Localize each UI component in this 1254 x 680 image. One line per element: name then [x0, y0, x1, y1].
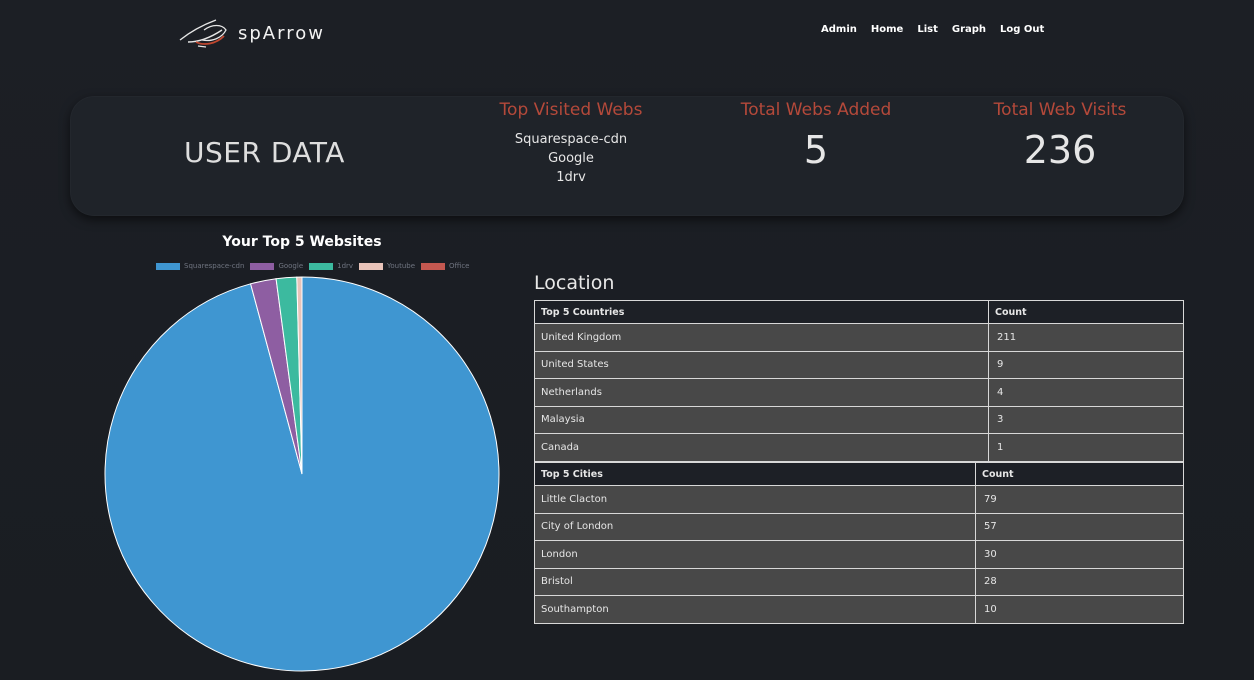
- table-cell-count: 28: [975, 567, 1184, 596]
- top-visited-item: 1drv: [556, 170, 586, 185]
- top-visited-stat: Top Visited Webs Squarespace-cdn Google …: [471, 100, 671, 187]
- table-row: United States 9: [534, 350, 1184, 379]
- sparrow-logo-icon: [179, 19, 227, 48]
- legend-swatch: [309, 262, 334, 270]
- nav-admin[interactable]: Admin: [821, 24, 857, 35]
- column-header: Top 5 Countries: [534, 300, 989, 324]
- table-cell-count: 30: [975, 540, 1184, 569]
- total-webs-stat: Total Webs Added 5: [716, 100, 916, 172]
- nav-list[interactable]: List: [917, 24, 938, 35]
- table-header-row: Top 5 Countries Count: [534, 300, 1184, 324]
- table-row: Canada 1: [534, 433, 1184, 462]
- main-nav: Admin Home List Graph Log Out: [814, 24, 1051, 35]
- legend-item[interactable]: Squarespace-cdn: [156, 262, 244, 270]
- table-cell-count: 10: [975, 595, 1184, 624]
- table-row: Southampton 10: [534, 595, 1184, 624]
- chart-legend: Squarespace-cdn Google 1drv Youtube Office: [156, 262, 475, 270]
- legend-label: Office: [449, 262, 470, 270]
- legend-swatch: [250, 262, 275, 270]
- legend-item[interactable]: 1drv: [309, 262, 353, 270]
- top-visited-list: Squarespace-cdn Google 1drv: [471, 130, 671, 187]
- table-row: United Kingdom 211: [534, 323, 1184, 352]
- table-cell-name: United States: [534, 350, 989, 379]
- table-row: Bristol 28: [534, 567, 1184, 596]
- legend-label: Squarespace-cdn: [184, 262, 245, 270]
- cities-table: Top 5 Cities Count Little Clacton 79 City …: [534, 462, 1184, 624]
- total-visits-title: Total Web Visits: [993, 100, 1127, 120]
- pie-chart: [104, 276, 500, 672]
- legend-label: Youtube: [387, 262, 416, 270]
- legend-swatch: [421, 262, 446, 270]
- table-cell-count: 79: [975, 485, 1184, 514]
- legend-swatch: [359, 262, 384, 270]
- column-header: Top 5 Cities: [534, 462, 976, 486]
- table-header-row: Top 5 Cities Count: [534, 462, 1184, 486]
- table-row: Netherlands 4: [534, 378, 1184, 407]
- table-cell-name: London: [534, 540, 976, 569]
- table-cell-name: Malaysia: [534, 405, 989, 434]
- total-visits-value: 236: [1023, 128, 1097, 172]
- total-visits-stat: Total Web Visits 236: [960, 100, 1160, 172]
- nav-logout[interactable]: Log Out: [1000, 24, 1044, 35]
- top-visited-item: Google: [548, 151, 594, 166]
- top-visited-title: Top Visited Webs: [499, 100, 643, 120]
- legend-item[interactable]: Google: [250, 262, 303, 270]
- table-cell-name: Netherlands: [534, 378, 989, 407]
- legend-item[interactable]: Youtube: [359, 262, 415, 270]
- chart-title: Your Top 5 Websites: [222, 234, 382, 250]
- table-cell-count: 57: [975, 512, 1184, 541]
- table-cell-count: 4: [988, 378, 1184, 407]
- table-row: City of London 57: [534, 512, 1184, 541]
- legend-item[interactable]: Office: [421, 262, 469, 270]
- nav-graph[interactable]: Graph: [952, 24, 986, 35]
- table-cell-count: 1: [988, 433, 1184, 462]
- column-header: Count: [988, 300, 1184, 324]
- table-cell-name: Bristol: [534, 567, 976, 596]
- legend-label: Google: [278, 262, 304, 270]
- table-cell-name: Southampton: [534, 595, 976, 624]
- total-webs-title: Total Webs Added: [740, 100, 892, 120]
- table-cell-name: City of London: [534, 512, 976, 541]
- nav-home[interactable]: Home: [871, 24, 903, 35]
- countries-table: Top 5 Countries Count United Kingdom 211 U…: [534, 300, 1184, 462]
- table-cell-name: Canada: [534, 433, 989, 462]
- table-cell-name: United Kingdom: [534, 323, 989, 352]
- table-row: Little Clacton 79: [534, 485, 1184, 514]
- total-webs-value: 5: [803, 128, 829, 172]
- table-row: London 30: [534, 540, 1184, 569]
- table-cell-count: 3: [988, 405, 1184, 434]
- table-cell-name: Little Clacton: [534, 485, 976, 514]
- app-name: spArrow: [238, 22, 325, 44]
- top-visited-item: Squarespace-cdn: [514, 132, 628, 147]
- summary-card: USER DATA Top Visited Webs Squarespace-c…: [70, 96, 1184, 216]
- legend-label: 1drv: [337, 262, 354, 270]
- table-row: Malaysia 3: [534, 405, 1184, 434]
- page: spArrow Admin Home List Graph Log Out US…: [0, 0, 1254, 680]
- table-cell-count: 9: [988, 350, 1184, 379]
- logo[interactable]: spArrow: [176, 16, 325, 50]
- column-header: Count: [975, 462, 1184, 486]
- legend-swatch: [156, 262, 180, 270]
- user-data-title: USER DATA: [184, 136, 345, 169]
- table-cell-count: 211: [988, 323, 1184, 352]
- location-title: Location: [534, 272, 615, 294]
